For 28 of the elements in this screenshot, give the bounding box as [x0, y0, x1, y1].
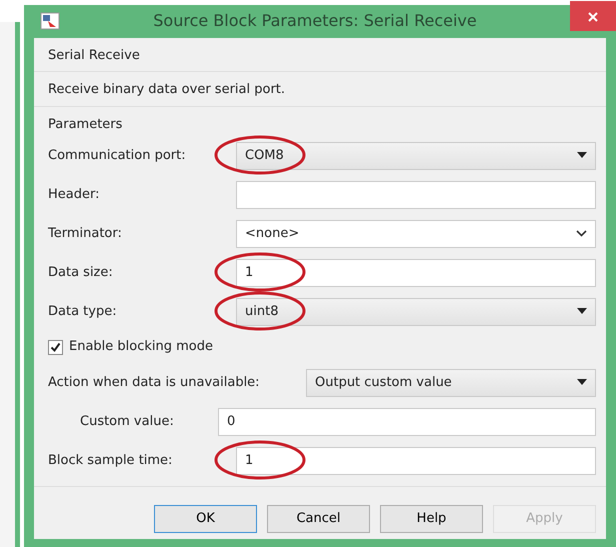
field-label: Action when data is unavailable:	[48, 374, 261, 392]
checkbox-label: Enable blocking mode	[69, 338, 214, 356]
dropdown[interactable]: COM8	[236, 142, 596, 170]
dialog-button[interactable]: Help	[380, 505, 483, 533]
field-label: Terminator:	[48, 224, 123, 243]
input-field[interactable]	[236, 180, 596, 208]
dropdown[interactable]: uint8	[236, 298, 596, 326]
field-label: Block sample time:	[48, 452, 174, 470]
checkbox[interactable]	[48, 340, 63, 354]
dialog-button[interactable]: Cancel	[267, 505, 370, 533]
field-label: Header:	[48, 186, 100, 204]
app-icon	[40, 12, 60, 30]
close-button[interactable]	[570, 1, 616, 32]
input-field[interactable]: 0	[218, 408, 596, 436]
dropdown[interactable]: Output custom value	[306, 368, 596, 396]
section-heading: Parameters	[48, 116, 124, 134]
input-field[interactable]: 1	[236, 258, 596, 286]
block-name: Serial Receive	[48, 46, 141, 64]
description-text: Receive binary data over serial port.	[48, 81, 286, 99]
field-label: Communication port:	[48, 146, 187, 165]
input-field[interactable]: 1	[236, 446, 596, 474]
field-label: Data type:	[48, 302, 118, 321]
window-title: Source Block Parameters: Serial Receive	[152, 10, 478, 32]
dropdown[interactable]: <none>	[236, 220, 596, 248]
close-icon	[588, 12, 598, 22]
field-label: Data size:	[48, 264, 114, 282]
dialog-button[interactable]: OK	[154, 505, 257, 533]
field-label: Custom value:	[79, 412, 175, 431]
